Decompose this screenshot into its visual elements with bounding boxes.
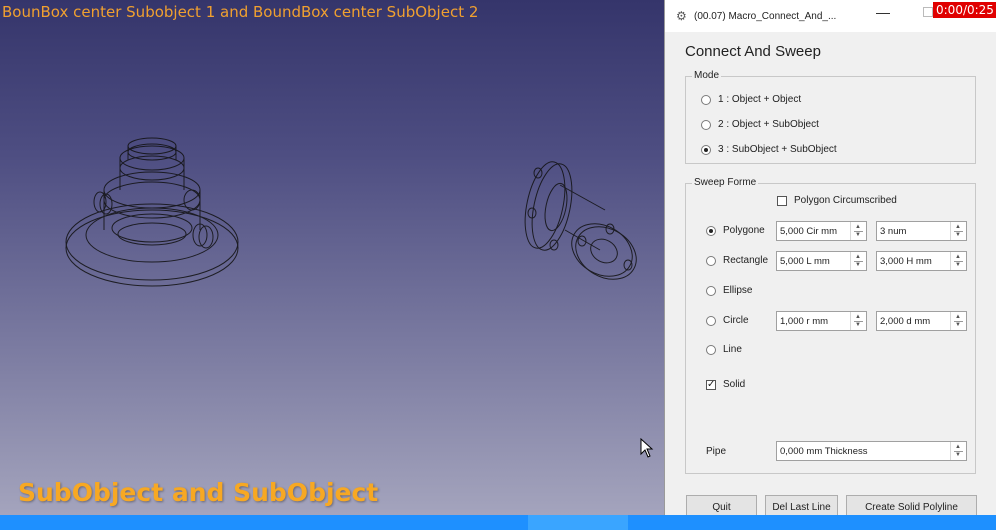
mode-option-3[interactable]: 3 : SubObject + SubObject: [701, 144, 837, 155]
circle-diameter-spinbox[interactable]: 2,000 d mm ▲ ▼: [876, 311, 967, 331]
radio-button[interactable]: [706, 225, 716, 236]
radio-button[interactable]: [706, 255, 716, 266]
viewport-caption: BounBox center Subobject 1 and BoundBox …: [2, 3, 479, 21]
spin-arrows[interactable]: ▲ ▼: [850, 312, 866, 330]
minimize-button[interactable]: —: [876, 4, 890, 20]
line-radio[interactable]: Line: [706, 344, 742, 355]
solid-checkbox[interactable]: ✓ Solid: [706, 379, 745, 390]
mode-group-title: Mode: [692, 70, 722, 81]
circle-radio[interactable]: Circle: [706, 315, 749, 326]
radio-button[interactable]: [706, 285, 716, 296]
macro-dialog: ⚙ (00.07) Macro_Connect_And_... — 0:00/0…: [664, 0, 996, 519]
spin-arrows[interactable]: ▲ ▼: [950, 222, 966, 240]
polygon-circumscribed-checkbox[interactable]: Polygon Circumscribed: [777, 195, 897, 206]
spin-arrows[interactable]: ▲ ▼: [850, 222, 866, 240]
pipe-label: Pipe: [706, 446, 727, 457]
ellipse-radio[interactable]: Ellipse: [706, 285, 752, 296]
polygone-sides-spinbox[interactable]: 3 num ▲ ▼: [876, 221, 967, 241]
spin-arrows[interactable]: ▲ ▼: [950, 312, 966, 330]
radio-button[interactable]: [701, 144, 711, 155]
sweep-group-title: Sweep Forme: [692, 177, 759, 188]
maximize-button[interactable]: [923, 7, 933, 17]
3d-viewport[interactable]: BounBox center Subobject 1 and BoundBox …: [0, 0, 664, 515]
dialog-heading: Connect And Sweep: [685, 43, 821, 60]
dialog-titlebar[interactable]: ⚙ (00.07) Macro_Connect_And_... — 0:00/0…: [665, 0, 996, 32]
spin-arrows[interactable]: ▲ ▼: [850, 252, 866, 270]
radio-button[interactable]: [706, 315, 716, 326]
taskbar-highlight: [528, 515, 628, 530]
mode-option-1[interactable]: 1 : Object + Object: [701, 94, 801, 105]
pipe-thickness-spinbox[interactable]: 0,000 mm Thickness ▲ ▼: [776, 441, 967, 461]
circle-radius-spinbox[interactable]: 1,000 r mm ▲ ▼: [776, 311, 867, 331]
spin-arrows[interactable]: ▲ ▼: [950, 442, 966, 460]
checkbox[interactable]: [777, 195, 787, 206]
checkbox-checked-icon[interactable]: ✓: [706, 379, 716, 390]
mode-option-2[interactable]: 2 : Object + SubObject: [701, 119, 819, 130]
freecad-app-icon: ⚙: [676, 9, 687, 23]
rectangle-height-spinbox[interactable]: 3,000 H mm ▲ ▼: [876, 251, 967, 271]
polygone-size-spinbox[interactable]: 5,000 Cir mm ▲ ▼: [776, 221, 867, 241]
polygone-radio[interactable]: Polygone: [706, 225, 765, 236]
wireframe-model-left[interactable]: [60, 130, 245, 290]
taskbar: [0, 515, 996, 530]
viewport-overlay-title: SubObject and SubObject: [18, 478, 379, 507]
wireframe-model-right[interactable]: [510, 155, 650, 295]
recording-timer: 0:00/0:25: [933, 2, 996, 18]
rectangle-length-spinbox[interactable]: 5,000 L mm ▲ ▼: [776, 251, 867, 271]
rectangle-radio[interactable]: Rectangle: [706, 255, 768, 266]
radio-button[interactable]: [701, 119, 711, 130]
mouse-cursor-icon: [640, 438, 654, 458]
dialog-title: (00.07) Macro_Connect_And_...: [694, 11, 837, 22]
radio-button[interactable]: [706, 344, 716, 355]
radio-button[interactable]: [701, 94, 711, 105]
spin-arrows[interactable]: ▲ ▼: [950, 252, 966, 270]
